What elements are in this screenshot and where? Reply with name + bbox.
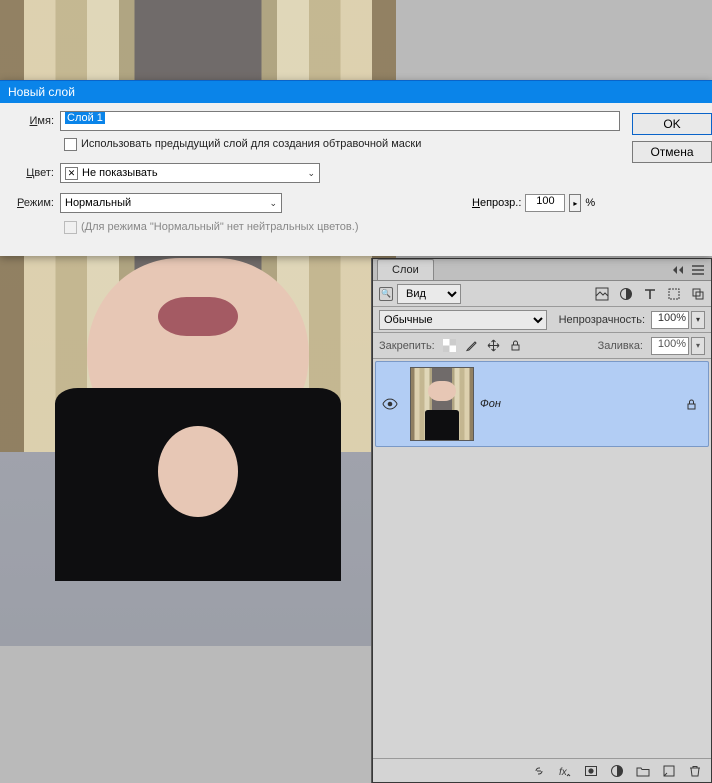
layer-name-label[interactable]: Фон bbox=[480, 398, 685, 410]
name-label: Имя: bbox=[0, 115, 60, 127]
opacity-popup-icon[interactable]: ▸ bbox=[569, 194, 581, 212]
ok-button[interactable]: OK bbox=[632, 113, 712, 135]
opacity-flyout-icon[interactable]: ▾ bbox=[691, 311, 705, 329]
chevron-down-icon: ⌄ bbox=[269, 198, 277, 209]
eye-icon bbox=[382, 398, 398, 410]
blend-mode-select[interactable]: Обычные bbox=[379, 310, 547, 330]
link-layers-icon[interactable] bbox=[531, 763, 547, 779]
neutral-note: (Для режима "Нормальный" нет нейтральных… bbox=[81, 221, 358, 233]
layer-style-icon[interactable]: fx bbox=[557, 763, 573, 779]
panel-bottom-bar: fx bbox=[373, 758, 711, 782]
color-select[interactable]: ✕Не показывать ⌄ bbox=[60, 163, 320, 183]
neutral-fill-checkbox bbox=[64, 221, 77, 234]
lock-paint-icon[interactable] bbox=[465, 339, 479, 353]
lock-transparency-icon[interactable] bbox=[443, 339, 457, 353]
cancel-button[interactable]: Отмена bbox=[632, 141, 712, 163]
lock-all-icon[interactable] bbox=[509, 339, 523, 353]
dialog-title: Новый слой bbox=[0, 81, 712, 103]
new-layer-dialog: Новый слой OK Отмена Имя: Слой 1 Использ… bbox=[0, 80, 712, 256]
layer-row[interactable]: Фон bbox=[375, 361, 709, 447]
filter-shape-icon[interactable] bbox=[666, 286, 681, 301]
filter-search-icon[interactable]: 🔍 bbox=[379, 287, 393, 301]
opacity-input[interactable]: 100 bbox=[525, 194, 565, 212]
name-input[interactable]: Слой 1 bbox=[60, 111, 620, 131]
fill-input[interactable]: 100% bbox=[651, 337, 689, 355]
new-group-icon[interactable] bbox=[635, 763, 651, 779]
layer-list[interactable]: Фон bbox=[373, 359, 711, 758]
layer-thumbnail[interactable] bbox=[410, 367, 474, 441]
mode-label: Режим: bbox=[0, 197, 60, 209]
fill-label: Заливка: bbox=[598, 340, 643, 352]
visibility-toggle[interactable] bbox=[376, 398, 404, 410]
opacity-unit: % bbox=[585, 197, 595, 209]
layer-blend-bar: Обычные Непрозрачность: 100% ▾ bbox=[373, 307, 711, 333]
layer-filter-bar: 🔍 Вид bbox=[373, 281, 711, 307]
clip-mask-label[interactable]: Использовать предыдущий слой для создани… bbox=[81, 138, 421, 150]
adjustment-layer-icon[interactable] bbox=[609, 763, 625, 779]
new-layer-icon[interactable] bbox=[661, 763, 677, 779]
filter-type-icon[interactable] bbox=[642, 286, 657, 301]
color-none-icon: ✕ bbox=[65, 167, 78, 180]
opacity-label: Непрозр.: bbox=[472, 197, 521, 209]
panel-collapse-icon[interactable] bbox=[671, 263, 685, 277]
lock-label: Закрепить: bbox=[379, 340, 435, 352]
opacity-label: Непрозрачность: bbox=[559, 314, 645, 326]
lock-move-icon[interactable] bbox=[487, 339, 501, 353]
filter-kind-select[interactable]: Вид bbox=[397, 284, 461, 304]
chevron-down-icon: ⌄ bbox=[307, 168, 315, 179]
opacity-input[interactable]: 100% bbox=[651, 311, 689, 329]
delete-layer-icon[interactable] bbox=[687, 763, 703, 779]
filter-pixel-icon[interactable] bbox=[594, 286, 609, 301]
panel-menu-icon[interactable] bbox=[691, 263, 705, 277]
svg-text:fx: fx bbox=[559, 767, 568, 778]
layer-lock-bar: Закрепить: Заливка: 100% ▾ bbox=[373, 333, 711, 359]
filter-smart-icon[interactable] bbox=[690, 286, 705, 301]
layer-mask-icon[interactable] bbox=[583, 763, 599, 779]
filter-adjust-icon[interactable] bbox=[618, 286, 633, 301]
clip-mask-checkbox[interactable] bbox=[64, 138, 77, 151]
mode-select[interactable]: Нормальный ⌄ bbox=[60, 193, 282, 213]
panels-column: Слои 🔍 Вид bbox=[371, 258, 712, 783]
layer-lock-icon[interactable] bbox=[685, 398, 698, 411]
layers-panel: Слои 🔍 Вид bbox=[372, 258, 712, 783]
fill-flyout-icon[interactable]: ▾ bbox=[691, 337, 705, 355]
color-label: Цвет: bbox=[0, 167, 60, 179]
